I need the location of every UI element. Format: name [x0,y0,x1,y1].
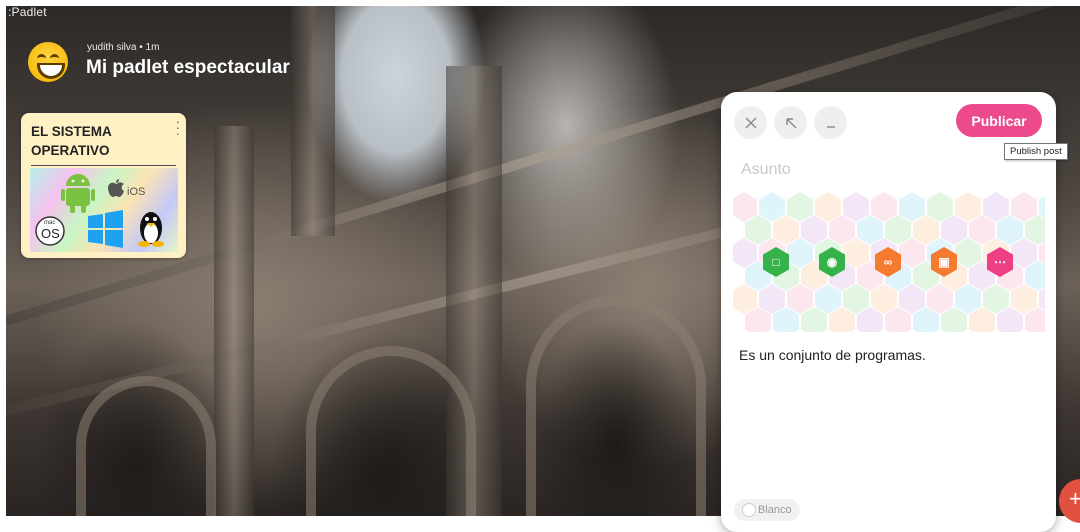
hex-tile [787,284,813,314]
card-divider [31,165,176,166]
ios-label: iOS [127,186,145,198]
post-card[interactable]: EL SISTEMA OPERATIVO · · · iOS mac OS [21,113,186,258]
color-swatch [742,503,756,517]
hex-tile [787,192,813,222]
hex-tile [955,284,981,314]
hex-tile [773,215,799,245]
hex-tile [815,192,841,222]
color-selector[interactable]: Blanco [734,499,800,521]
color-selector-label: Blanco [758,504,792,516]
publish-tooltip: Publish post [1004,143,1068,160]
macos-logo-icon: mac OS [35,216,65,246]
hex-tile [1011,238,1037,268]
hex-tile [899,284,925,314]
tux-penguin-icon [138,212,164,247]
svg-text:OS: OS [41,226,60,241]
post-body-input[interactable]: Es un conjunto de programas. [739,347,926,363]
author-line: yudith silva • 1m [87,42,160,53]
hex-tile [983,192,1009,222]
hex-tile [983,284,1009,314]
hex-tile [829,215,855,245]
hex-tile [899,192,925,222]
minimize-icon[interactable] [814,106,847,139]
hex-tile [871,192,897,222]
hex-tile [955,192,981,222]
android-logo-icon [61,174,95,213]
hex-tile [843,238,869,268]
vertical-dots-icon[interactable]: · · · [176,115,180,140]
hex-tile [745,215,771,245]
hex-tile [885,215,911,245]
os-logos-illustration: iOS mac OS [35,174,164,248]
hex-tile [1011,284,1037,314]
close-icon[interactable] [734,106,767,139]
wall-arch [306,346,476,516]
hex-tile [843,284,869,314]
wall-column [214,126,254,516]
page-title[interactable]: Mi padlet espectacular [86,57,290,79]
subject-input[interactable]: Asunto [741,161,791,179]
hex-tile [1011,192,1037,222]
hex-tile [899,238,925,268]
hex-tile [941,215,967,245]
apple-logo-icon [108,179,124,197]
attachment-picker: □ ◉ ∞ ▣ ⋯ [733,192,1045,332]
hex-tile [815,284,841,314]
grinning-emoji-icon[interactable] [28,42,68,82]
hex-tile [843,192,869,222]
hex-tile [733,284,757,314]
publish-button[interactable]: Publicar [956,104,1042,137]
hex-tile [759,284,785,314]
windows-logo-icon [88,210,123,248]
hex-tile [927,284,953,314]
hex-tile [997,215,1023,245]
hex-tile [787,238,813,268]
hex-tile [733,238,757,268]
hex-tile [955,238,981,268]
hex-tile [913,215,939,245]
hex-tile [857,215,883,245]
hex-tile [927,192,953,222]
arrow-up-left-icon[interactable] [774,106,807,139]
os-logos-image[interactable]: iOS mac OS [30,168,178,252]
wall-arch [526,296,706,516]
wall-arch [76,376,216,516]
hex-tile [801,215,827,245]
hex-tile [733,192,757,222]
hex-tile [969,215,995,245]
hex-tile [759,192,785,222]
wall-column [291,6,335,236]
padlet-logo[interactable]: :Padlet [8,5,47,19]
hex-tile [871,284,897,314]
post-card-title: EL SISTEMA OPERATIVO [31,124,112,158]
